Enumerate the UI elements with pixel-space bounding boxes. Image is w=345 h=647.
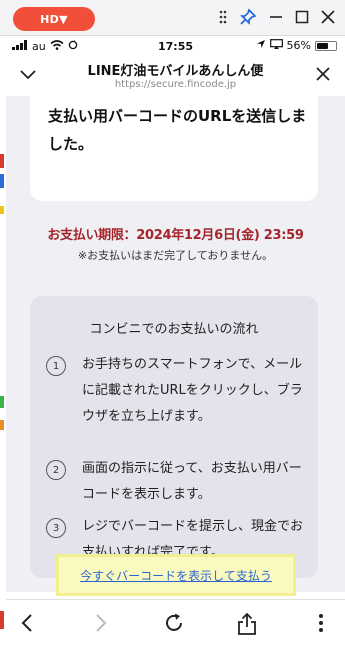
step-number: 3 <box>46 518 66 538</box>
close-icon[interactable] <box>313 64 333 88</box>
close-window-icon[interactable] <box>321 10 335 24</box>
flow-title: コンビニでのお支払いの流れ <box>89 322 259 337</box>
page-title: LINE灯油モバイルあんしん便 <box>87 64 264 79</box>
flow-step: 2 画面の指示に従って、お支払い用バーコードを表示します。 <box>46 456 304 508</box>
step-text: お手持ちのスマートフォンで、メールに記載されたURLをクリックし、ブラウザを立ち… <box>82 357 303 424</box>
screen-mirror-icon <box>269 39 283 52</box>
phone-screen: au 17:55 56% LINE灯油モバイルあんしん便 https://sec… <box>6 36 345 647</box>
step-text: 画面の指示に従って、お支払い用バーコードを表示します。 <box>82 461 302 502</box>
more-options-icon[interactable] <box>318 612 324 638</box>
flow-step: 1 お手持ちのスマートフォンで、メールに記載されたURLをクリックし、ブラウザを… <box>46 352 304 430</box>
step-number: 1 <box>46 356 66 376</box>
battery-icon <box>315 40 337 51</box>
status-bar: au 17:55 56% <box>6 36 345 58</box>
page-url: https://secure.fincode.jp <box>114 79 237 90</box>
browser-header: LINE灯油モバイルあんしん便 https://secure.fincode.j… <box>6 58 345 96</box>
share-icon[interactable] <box>236 612 258 640</box>
window-titlebar: HD▼ <box>0 0 345 36</box>
pay-link-highlight: 今すぐバーコードを表示して支払う <box>56 554 296 596</box>
minimize-icon[interactable] <box>269 10 283 24</box>
payment-note: ※お支払いはまだ完了しておりません。 <box>77 249 274 262</box>
page-content: 支払い用バーコードのURLを送信しました。 お支払い期限：2024年12月6日(… <box>6 96 345 592</box>
show-barcode-link[interactable]: 今すぐバーコードを表示して支払う <box>80 567 272 584</box>
step-number: 2 <box>46 460 66 480</box>
sent-message: 支払い用バーコードのURLを送信しました。 <box>48 107 307 153</box>
location-icon <box>256 39 266 52</box>
payment-deadline: お支払い期限：2024年12月6日(金) 23:59 <box>47 228 304 243</box>
hd-quality-button[interactable]: HD▼ <box>13 7 95 31</box>
battery-percent: 56% <box>286 39 311 52</box>
forward-icon[interactable] <box>90 612 110 638</box>
window-grid-icon[interactable] <box>219 10 227 24</box>
payment-flow-card: コンビニでのお支払いの流れ 1 お手持ちのスマートフォンで、メールに記載されたU… <box>30 296 318 578</box>
browser-toolbar <box>6 599 345 647</box>
back-icon[interactable] <box>18 612 38 638</box>
reload-icon[interactable] <box>163 612 185 638</box>
message-card: 支払い用バーコードのURLを送信しました。 <box>30 96 318 201</box>
maximize-icon[interactable] <box>295 10 309 24</box>
pin-icon[interactable] <box>239 8 257 26</box>
